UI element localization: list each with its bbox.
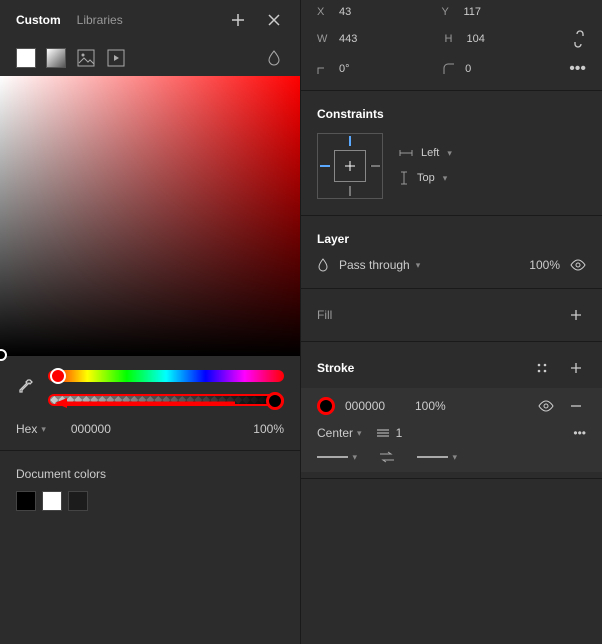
constraints-title: Constraints — [317, 107, 586, 121]
tab-libraries[interactable]: Libraries — [77, 13, 123, 27]
fill-image-icon[interactable] — [76, 48, 96, 68]
transform-row: ••• — [301, 54, 602, 84]
stroke-weight-field — [376, 426, 426, 440]
swatch-dark[interactable] — [68, 491, 88, 511]
x-label: X — [317, 6, 331, 18]
blend-mode-select[interactable]: Pass through▾ — [339, 258, 420, 272]
position-row: X Y — [301, 0, 602, 24]
document-colors-title: Document colors — [16, 467, 284, 481]
document-colors-section: Document colors — [0, 457, 300, 521]
hex-opacity-input[interactable]: 100% — [253, 422, 284, 436]
tab-custom[interactable]: Custom — [16, 13, 61, 27]
h-label: H — [445, 33, 459, 45]
x-input[interactable] — [339, 6, 385, 18]
blend-drop-icon[interactable] — [264, 48, 284, 68]
more-options-icon[interactable]: ••• — [569, 60, 586, 78]
stroke-color-swatch[interactable] — [317, 397, 335, 415]
rotation-input[interactable] — [339, 63, 385, 75]
divider — [301, 215, 602, 216]
blend-drop-icon — [317, 258, 329, 272]
hue-slider[interactable] — [48, 370, 284, 382]
fill-gradient-icon[interactable] — [46, 48, 66, 68]
stroke-color-row — [317, 396, 586, 416]
stroke-settings-row: Center▾ ••• — [317, 426, 586, 440]
stroke-body: Center▾ ••• ▾ ▾ — [301, 388, 602, 472]
w-input[interactable] — [339, 33, 385, 45]
divider — [301, 288, 602, 289]
hex-row: Hex▾ 100% — [0, 414, 300, 444]
h-input[interactable] — [467, 33, 513, 45]
stroke-weight-input[interactable] — [396, 426, 426, 440]
hex-label-text: Hex — [16, 422, 37, 436]
swatch-white[interactable] — [42, 491, 62, 511]
constraint-diagram[interactable] — [317, 133, 383, 199]
size-row: W H — [301, 24, 602, 54]
y-input[interactable] — [464, 6, 510, 18]
stroke-visibility-icon[interactable] — [538, 400, 554, 412]
start-cap-select[interactable]: ▾ — [317, 450, 357, 464]
divider — [301, 90, 602, 91]
blend-mode-value: Pass through — [339, 258, 410, 272]
slider-row — [0, 356, 300, 414]
end-cap-select[interactable]: ▾ — [417, 450, 457, 464]
stroke-caps-row: ▾ ▾ — [317, 450, 586, 464]
hex-input[interactable] — [56, 422, 126, 436]
constraint-vertical-select[interactable]: Top▾ — [399, 171, 452, 185]
hue-handle[interactable] — [50, 368, 66, 384]
divider — [301, 341, 602, 342]
fill-section-header: Fill — [301, 295, 602, 335]
fill-solid-icon[interactable] — [16, 48, 36, 68]
constraints-section: Constraints Left▾ Top▾ — [301, 97, 602, 209]
stroke-title: Stroke — [317, 361, 354, 375]
alpha-slider[interactable] — [48, 394, 284, 406]
visibility-eye-icon[interactable] — [570, 259, 586, 271]
swatch-black[interactable] — [16, 491, 36, 511]
stroke-opacity-input[interactable] — [415, 399, 461, 413]
corner-input[interactable] — [465, 63, 511, 75]
remove-stroke-icon[interactable] — [566, 396, 586, 416]
stroke-position-value: Center — [317, 426, 353, 440]
add-stroke-icon[interactable] — [566, 358, 586, 378]
color-saturation-area[interactable] — [0, 76, 300, 356]
annotation-arrow-icon — [55, 398, 235, 408]
alpha-handle[interactable] — [266, 392, 284, 410]
add-fill-icon[interactable] — [566, 305, 586, 325]
fill-type-row — [0, 40, 300, 76]
close-icon[interactable] — [264, 10, 284, 30]
stroke-style-icon[interactable] — [532, 358, 552, 378]
properties-panel: X Y W H ••• Constraints Left▾ Top▾ — [300, 0, 602, 644]
eyedropper-icon[interactable] — [16, 378, 36, 398]
w-label: W — [317, 33, 331, 45]
stroke-position-select[interactable]: Center▾ — [317, 426, 362, 440]
swap-caps-icon[interactable] — [379, 451, 395, 463]
document-color-swatches — [16, 491, 284, 511]
stroke-section-header: Stroke — [301, 348, 602, 388]
constraint-v-value: Top — [417, 172, 435, 184]
layer-title: Layer — [317, 232, 586, 246]
layer-section: Layer Pass through▾ — [301, 222, 602, 282]
y-label: Y — [442, 6, 456, 18]
corner-radius-icon — [443, 63, 457, 75]
constraint-horizontal-select[interactable]: Left▾ — [399, 147, 452, 159]
layer-opacity-input[interactable] — [514, 258, 560, 272]
divider — [301, 478, 602, 479]
link-dimensions-icon[interactable] — [572, 30, 586, 48]
constraint-h-value: Left — [421, 147, 439, 159]
stroke-weight-icon — [376, 428, 390, 438]
hex-format-select[interactable]: Hex▾ — [16, 422, 46, 436]
divider — [0, 450, 300, 451]
fill-title: Fill — [317, 308, 332, 322]
color-picker-panel: Custom Libraries Hex▾ 100% — [0, 0, 300, 644]
stroke-more-icon[interactable]: ••• — [573, 426, 586, 440]
fill-video-icon[interactable] — [106, 48, 126, 68]
plus-icon[interactable] — [228, 10, 248, 30]
rotation-icon — [317, 63, 331, 75]
stroke-hex-input[interactable] — [345, 399, 405, 413]
color-tabs: Custom Libraries — [0, 0, 300, 40]
